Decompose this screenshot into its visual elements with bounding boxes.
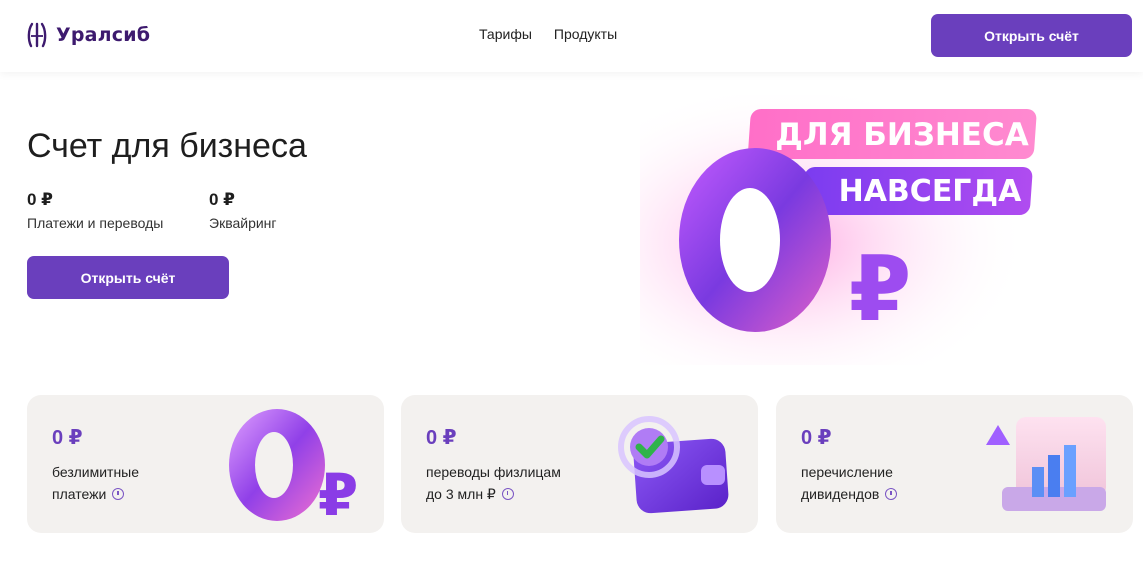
page-title: Счет для бизнеса (27, 127, 307, 165)
stat-payments: 0 ₽ Платежи и переводы (27, 190, 163, 231)
card-value: 0 ₽ (801, 427, 832, 449)
card-line1: безлимитные (52, 464, 140, 480)
card-text: безлимитные платежи (52, 461, 242, 505)
stat-payments-label: Платежи и переводы (27, 215, 164, 231)
card-text: переводы физлицам до 3 млн ₽ (426, 461, 616, 505)
stat-acquiring-value: 0 ₽ (209, 190, 236, 209)
nav-products[interactable]: Продукты (554, 26, 617, 42)
uralsib-logo-icon (27, 22, 47, 48)
stat-payments-value: 0 ₽ (27, 190, 54, 209)
info-icon[interactable] (112, 488, 125, 501)
svg-text:₽: ₽ (318, 461, 358, 525)
feature-card-payments: 0 ₽ безлимитные платежи ₽ (27, 395, 384, 533)
card-line2: дивидендов (801, 486, 880, 502)
info-icon[interactable] (501, 488, 514, 501)
feature-card-transfers: 0 ₽ переводы физлицам до 3 млн ₽ (401, 395, 758, 533)
feature-card-dividends: 0 ₽ перечисление дивидендов (776, 395, 1133, 533)
open-account-hero-button[interactable]: Открыть счёт (27, 256, 229, 299)
card-line1: перечисление (801, 464, 893, 480)
logo-text: Уралсиб (56, 24, 151, 46)
hero-art-line2: НАВСЕГДА (839, 174, 1023, 209)
card-line2: платежи (52, 486, 107, 502)
wallet-check-icon (618, 416, 729, 514)
logo[interactable]: Уралсиб (26, 22, 150, 48)
card-line1: переводы физлицам (426, 464, 561, 480)
stat-acquiring-label: Эквайринг (209, 215, 277, 231)
card-value: 0 ₽ (426, 427, 457, 449)
card-value: 0 ₽ (52, 427, 83, 449)
growth-chart-case-icon (986, 417, 1106, 511)
zero-ruble-3d-icon: ₽ (229, 409, 358, 525)
card-line2: до 3 млн ₽ (426, 486, 496, 502)
svg-text:₽: ₽ (849, 237, 912, 342)
main-nav: Тарифы Продукты (479, 26, 617, 42)
open-account-header-button[interactable]: Открыть счёт (931, 14, 1132, 57)
nav-tariffs[interactable]: Тарифы (479, 26, 532, 42)
hero-art-line1: ДЛЯ БИЗНЕСА (775, 117, 1028, 153)
site-header: Уралсиб Тарифы Продукты Открыть счёт (0, 0, 1143, 72)
card-text: перечисление дивидендов (801, 461, 991, 505)
info-icon[interactable] (885, 488, 898, 501)
stat-acquiring: 0 ₽ Эквайринг (209, 190, 277, 231)
hero-promo-image: ДЛЯ БИЗНЕСА НАВСЕГДА ₽ (640, 95, 1050, 365)
